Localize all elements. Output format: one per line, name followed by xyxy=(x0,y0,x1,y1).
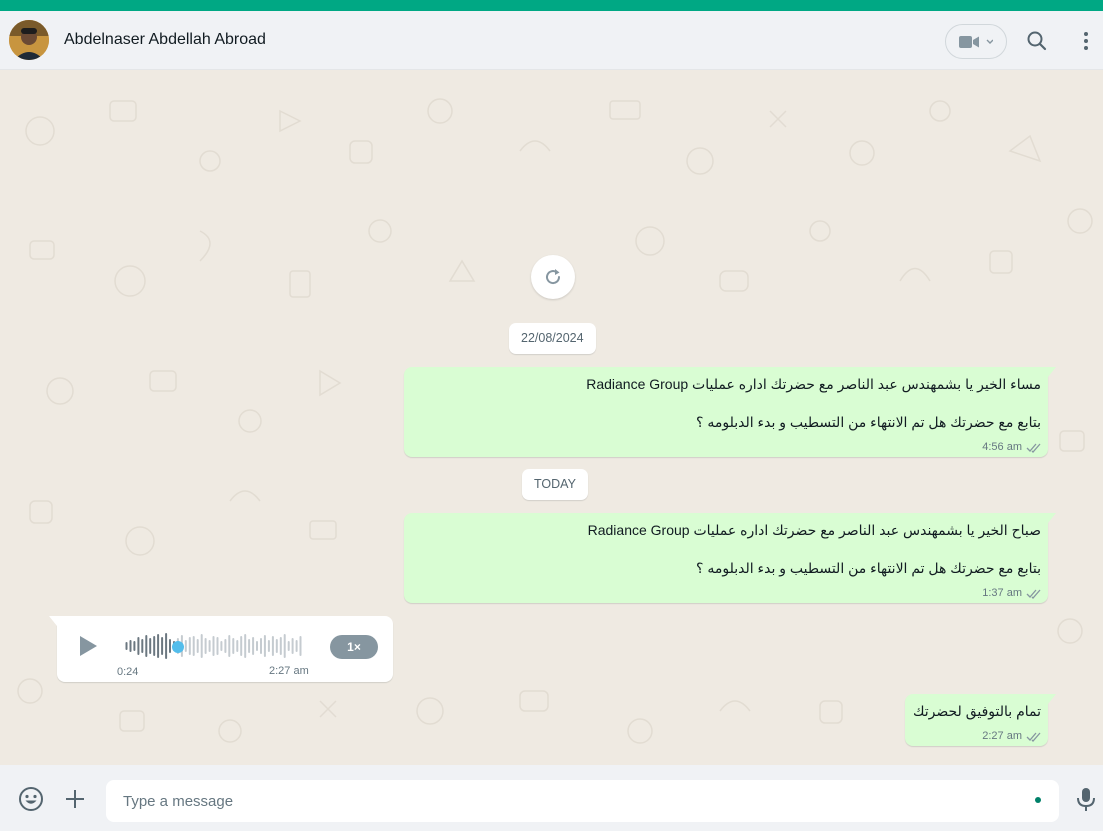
double-check-icon xyxy=(1026,589,1041,599)
bubble-tail xyxy=(1048,367,1056,377)
microphone-icon xyxy=(1077,788,1095,811)
waveform-bar xyxy=(212,636,215,656)
outgoing-message[interactable]: مساء الخير يا بشمهندس عبد الناصر مع حضرت… xyxy=(404,367,1056,457)
waveform-bar xyxy=(248,639,251,653)
video-call-icon xyxy=(959,36,993,48)
play-voice-button[interactable] xyxy=(77,635,99,657)
waveform-bar xyxy=(260,638,262,654)
chat-menu-button[interactable] xyxy=(1076,29,1096,53)
message-text: مساء الخير يا بشمهندس عبد الناصر مع حضرت… xyxy=(586,376,1041,392)
voice-waveform[interactable] xyxy=(125,632,303,660)
message-time: 4:56 am xyxy=(982,441,1022,453)
input-status-dot xyxy=(1035,797,1041,803)
emoji-button[interactable] xyxy=(18,786,44,812)
waveform-bar xyxy=(169,639,171,653)
waveform-bar xyxy=(141,639,144,653)
message-composer xyxy=(0,765,1103,831)
message-meta: 2:27 am xyxy=(982,730,1042,742)
voice-record-button[interactable] xyxy=(1075,787,1097,813)
waveform-bar xyxy=(133,641,136,651)
waveform-bar xyxy=(295,640,298,652)
waveform-bar xyxy=(224,639,227,653)
waveform-bar xyxy=(244,634,247,658)
waveform-bar xyxy=(188,637,191,655)
waveform-bar xyxy=(271,636,274,656)
waveform-bar xyxy=(279,637,282,655)
bubble-tail xyxy=(1048,513,1056,523)
bubble-tail xyxy=(49,616,57,626)
chat-header: Abdelnaser Abdellah Abroad xyxy=(0,11,1103,70)
outgoing-message[interactable]: تمام بالتوفيق لحضرتك 2:27 am xyxy=(905,694,1056,746)
waveform-bar xyxy=(232,638,235,654)
message-text: تمام بالتوفيق لحضرتك xyxy=(912,703,1041,719)
waveform-bar xyxy=(204,638,207,654)
waveform-bar xyxy=(240,636,243,656)
waveform-bar xyxy=(196,639,199,653)
double-check-icon xyxy=(1026,443,1041,453)
waveform-bar xyxy=(145,635,148,657)
waveform-bar xyxy=(149,638,152,654)
bubble-tail xyxy=(1048,694,1056,704)
video-call-button[interactable] xyxy=(945,24,1007,59)
chat-panel[interactable]: 22/08/2024 مساء الخير يا بشمهندس عبد الن… xyxy=(0,71,1103,765)
emoji-icon xyxy=(19,787,43,811)
waveform-bar xyxy=(263,635,266,657)
refresh-icon xyxy=(546,269,561,285)
message-input[interactable] xyxy=(106,780,1059,822)
date-divider: 22/08/2024 xyxy=(509,323,596,354)
outgoing-message[interactable]: صباح الخير يا بشمهندس عبد الناصر مع حضرت… xyxy=(404,513,1056,603)
waveform-bar xyxy=(153,636,156,656)
waveform-bar xyxy=(287,641,290,651)
chevron-down-icon xyxy=(986,39,993,44)
message-text: بتابع مع حضرتك هل تم الانتهاء من التسطيب… xyxy=(696,414,1041,430)
waveform-bar xyxy=(208,640,211,652)
waveform-bar xyxy=(129,640,132,652)
waveform-bar xyxy=(283,634,286,658)
message-meta: 4:56 am xyxy=(982,441,1042,453)
waveform-bar xyxy=(275,639,278,653)
top-accent-bar xyxy=(0,0,1103,11)
voice-duration: 0:24 xyxy=(117,666,139,678)
message-time: 2:27 am xyxy=(982,730,1022,742)
waveform-bar xyxy=(216,637,219,655)
waveform-bar xyxy=(184,640,187,652)
play-icon xyxy=(80,636,97,656)
date-divider: TODAY xyxy=(522,469,588,500)
attach-button[interactable] xyxy=(64,788,86,810)
contact-name[interactable]: Abdelnaser Abdellah Abroad xyxy=(64,31,266,49)
message-time: 1:37 am xyxy=(982,587,1022,599)
search-icon xyxy=(1027,31,1047,51)
message-meta: 1:37 am xyxy=(982,587,1042,599)
waveform-bar xyxy=(161,637,164,655)
waveform-bar xyxy=(125,642,128,650)
incoming-voice-message[interactable]: 1× 0:24 2:27 am xyxy=(49,616,393,682)
waveform-bar xyxy=(200,634,203,658)
double-check-icon xyxy=(1026,732,1041,742)
waveform-bar xyxy=(220,641,223,651)
waveform-bar xyxy=(228,635,231,657)
waveform-bar xyxy=(256,641,258,651)
waveform-bar xyxy=(236,640,239,652)
waveform-bar xyxy=(165,633,168,659)
message-text: صباح الخير يا بشمهندس عبد الناصر مع حضرت… xyxy=(587,522,1041,538)
waveform-bar xyxy=(252,637,255,655)
waveform-bar xyxy=(157,634,160,658)
voice-playhead[interactable] xyxy=(172,641,184,653)
message-text: بتابع مع حضرتك هل تم الانتهاء من التسطيب… xyxy=(696,560,1041,576)
waveform-bar xyxy=(299,636,302,656)
contact-avatar[interactable] xyxy=(9,20,49,60)
waveform-bar xyxy=(137,637,140,655)
load-earlier-button[interactable] xyxy=(531,255,575,299)
playback-speed-button[interactable]: 1× xyxy=(330,635,378,659)
waveform-bar xyxy=(192,636,195,656)
plus-icon xyxy=(66,790,84,808)
search-button[interactable] xyxy=(1025,29,1049,53)
waveform-bar xyxy=(291,638,294,654)
message-time: 2:27 am xyxy=(269,665,309,677)
kebab-menu-icon xyxy=(1084,32,1088,50)
waveform-bar xyxy=(267,640,270,652)
